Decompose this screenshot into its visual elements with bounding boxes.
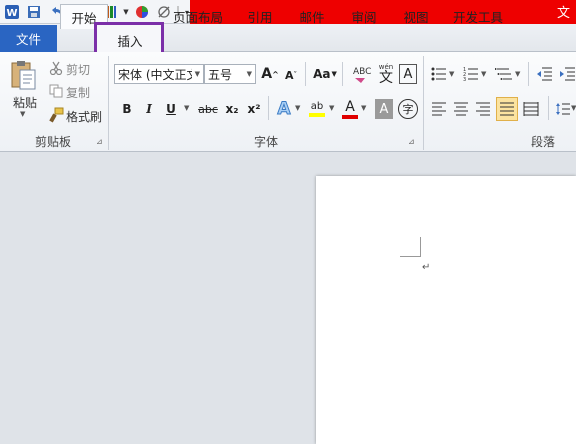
svg-text:W: W [6,8,17,19]
font-size-dropdown-icon[interactable]: ▼ [247,70,252,78]
highlight-button[interactable]: ab [306,97,328,121]
tab-references[interactable]: 引用 [240,4,280,28]
clipboard-launcher-icon[interactable]: ⊿ [96,137,103,146]
paragraph-group-label: 段落 [530,134,555,149]
paste-button[interactable]: 粘贴 [10,94,40,111]
italic-button[interactable]: I [139,99,159,119]
strikethrough-button[interactable]: abc [196,99,220,119]
color-icon[interactable] [132,2,152,22]
svg-text:ABC: ABC [353,67,371,77]
format-painter-icon[interactable] [48,107,64,123]
clipboard-divider [108,56,109,150]
phonetic-char: 文 [379,69,393,86]
margin-corner-vertical [420,237,421,257]
window-title: 文 [556,6,570,21]
underline-dropdown-icon[interactable]: ▼ [184,104,189,112]
character-border-button[interactable]: A [399,64,417,84]
tab-review[interactable]: 审阅 [344,4,384,28]
tab-mailings[interactable]: 邮件 [292,4,332,28]
copy-button[interactable]: 复制 [66,84,90,101]
font-color-bar [342,114,358,119]
document-page[interactable] [316,176,576,444]
paste-icon[interactable] [8,58,38,92]
subscript-button[interactable]: x₂ [222,99,242,119]
underline-button[interactable]: U [161,99,181,119]
font-divider [423,56,424,150]
tab-insert[interactable]: 插入 [100,28,160,52]
decrease-indent-icon[interactable] [534,64,554,84]
bold-button[interactable]: B [117,99,137,119]
font-color-dropdown-icon[interactable]: ▼ [361,104,366,112]
change-case-label: Aa [313,67,331,81]
format-painter-button[interactable]: 格式刷 [66,108,102,125]
align-left-icon[interactable] [430,99,448,119]
tab-developer[interactable]: 开发工具 [446,4,510,28]
font-launcher-icon[interactable]: ⊿ [408,137,415,146]
enclose-characters-button[interactable]: 字 [398,99,418,119]
paragraph-mark: ↵ [422,262,431,273]
font-name-dropdown-icon[interactable]: ▼ [195,70,200,78]
copy-icon[interactable] [48,83,64,99]
multilevel-list-icon[interactable] [494,64,514,84]
paste-dropdown-icon[interactable]: ▼ [20,110,25,118]
font-group-label: 字体 [253,134,278,149]
font-name-value: 宋体 (中文正文 [118,67,192,82]
grow-font-button[interactable]: A ^ [261,64,279,84]
margin-corner-horizontal [400,256,421,257]
para-row1-separator [528,62,529,86]
text-effects-button[interactable]: A [274,98,294,120]
align-right-icon[interactable] [474,99,492,119]
font-row1-separator-2 [342,62,343,86]
font-name-combo[interactable]: 宋体 (中文正文 ▼ [114,64,204,84]
svg-text:3: 3 [463,77,466,81]
font-row2-separator [268,96,269,120]
numbering-dropdown-icon[interactable]: ▼ [481,70,486,78]
tab-view[interactable]: 视图 [396,4,436,28]
bullets-dropdown-icon[interactable]: ▼ [449,70,454,78]
multilevel-dropdown-icon[interactable]: ▼ [515,70,520,78]
shrink-font-label: A [284,68,294,82]
justify-icon[interactable] [496,97,518,121]
highlight-label: ab [310,101,324,112]
change-case-button[interactable]: Aa ▼ [312,64,338,84]
cut-button[interactable]: 剪切 [66,61,90,78]
para-row2-separator [548,96,549,120]
format-dropdown-icon[interactable]: ▼ [122,2,130,22]
tab-file[interactable]: 文件 [0,25,57,52]
font-color-label: A [345,98,355,115]
save-icon[interactable] [24,2,44,22]
distributed-icon[interactable] [522,99,540,119]
font-row1-separator [305,62,306,86]
text-effects-dropdown-icon[interactable]: ▼ [295,104,300,112]
numbering-icon[interactable]: 123 [462,64,480,84]
highlight-color-bar [309,113,325,117]
word-app-icon[interactable]: W [2,2,22,22]
phonetic-guide-button[interactable]: wén 文 [375,62,397,86]
highlight-dropdown-icon[interactable]: ▼ [329,104,334,112]
font-size-combo[interactable]: 五号 ▼ [204,64,256,84]
bullets-icon[interactable] [430,64,448,84]
clear-formatting-icon[interactable]: ABC [350,62,372,86]
tab-page-layout[interactable]: 页面布局 [166,4,230,28]
align-center-icon[interactable] [452,99,470,119]
character-shading-button[interactable]: A [375,99,393,119]
font-color-button[interactable]: A [340,97,360,121]
line-spacing-dropdown-icon[interactable]: ▼ [571,104,576,112]
clipboard-group-label: 剪贴板 [34,134,71,149]
line-spacing-icon[interactable] [554,99,572,119]
cut-icon[interactable] [48,60,64,76]
superscript-button[interactable]: x² [244,99,264,119]
font-size-value: 五号 [208,67,233,82]
increase-indent-icon[interactable] [558,64,576,84]
shrink-font-button[interactable]: Aˇ [282,66,300,84]
grow-font-label: A [261,66,273,82]
